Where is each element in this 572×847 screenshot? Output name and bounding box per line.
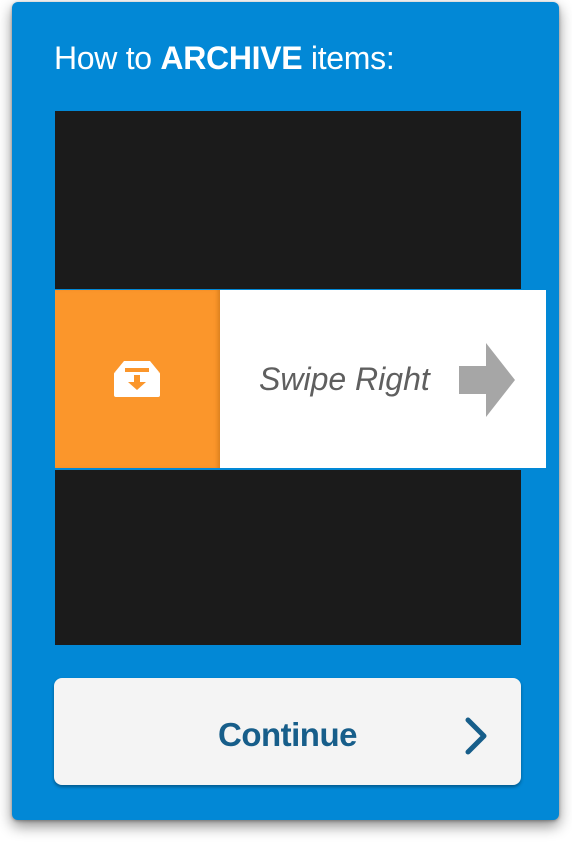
title-suffix: items: <box>302 40 395 76</box>
archive-box-icon <box>114 361 160 397</box>
tutorial-title: How to ARCHIVE items: <box>54 40 395 77</box>
swipe-demo-row: Swipe Right <box>55 290 546 468</box>
archive-action-tile <box>55 290 220 468</box>
continue-button-label: Continue <box>218 716 357 753</box>
continue-button[interactable]: Continue <box>54 678 521 785</box>
arrow-right-icon <box>459 343 515 417</box>
demo-list-row-bottom <box>55 470 521 645</box>
chevron-right-icon <box>465 717 487 755</box>
tutorial-card: How to ARCHIVE items: Swipe Right Contin… <box>12 2 559 820</box>
demo-list-row-top <box>55 111 521 289</box>
title-prefix: How to <box>54 40 161 76</box>
swipe-instruction-label: Swipe Right <box>259 361 430 397</box>
title-action: ARCHIVE <box>160 40 303 76</box>
